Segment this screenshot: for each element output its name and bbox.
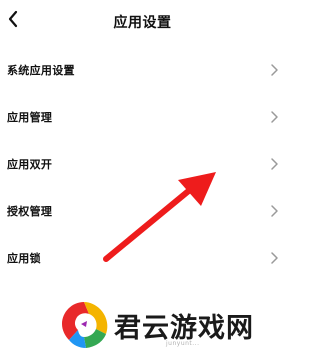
settings-item-label: 应用管理 bbox=[7, 110, 53, 124]
settings-item-label: 应用双开 bbox=[7, 157, 53, 171]
settings-item-app-lock[interactable]: 应用锁 bbox=[0, 234, 285, 281]
settings-list: 系统应用设置 应用管理 应用双开 授权管理 应用锁 bbox=[0, 46, 285, 281]
settings-item-label: 系统应用设置 bbox=[7, 63, 75, 77]
settings-item-label: 授权管理 bbox=[7, 204, 53, 218]
settings-item-permission-management[interactable]: 授权管理 bbox=[0, 187, 285, 234]
chevron-right-icon bbox=[271, 204, 278, 217]
settings-item-app-management[interactable]: 应用管理 bbox=[0, 93, 285, 140]
watermark: 君云游戏网 junyunt... bbox=[56, 296, 285, 357]
page-title: 应用设置 bbox=[113, 15, 172, 31]
watermark-url: junyunt... bbox=[166, 340, 200, 347]
chevron-right-icon bbox=[271, 157, 278, 170]
chevron-right-icon bbox=[271, 110, 278, 123]
settings-item-label: 应用锁 bbox=[7, 251, 41, 265]
settings-item-system-app-settings[interactable]: 系统应用设置 bbox=[0, 46, 285, 93]
junyun-logo-icon bbox=[62, 302, 108, 348]
top-bar: 应用设置 bbox=[0, 0, 285, 44]
chevron-right-icon bbox=[271, 251, 278, 264]
chevron-right-icon bbox=[271, 63, 278, 76]
app-settings-screen: 应用设置 系统应用设置 应用管理 应用双开 授权管理 应用锁 君云游戏网 jun… bbox=[0, 0, 285, 357]
settings-item-dual-apps[interactable]: 应用双开 bbox=[0, 140, 285, 187]
